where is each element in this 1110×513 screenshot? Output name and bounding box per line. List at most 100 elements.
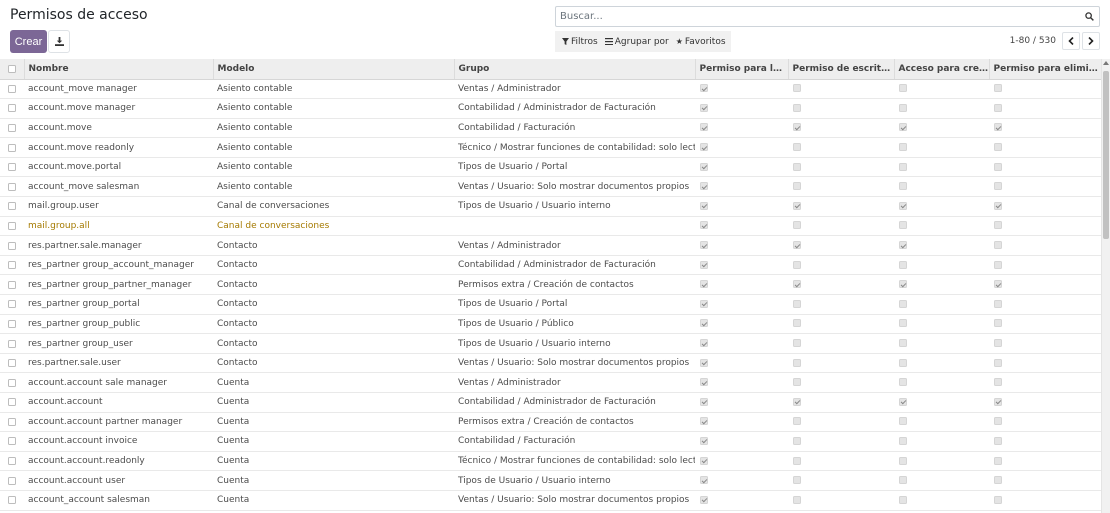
table-row[interactable]: res_partner group_account_manager Contact… [0,255,1101,275]
scrollbar-thumb[interactable] [1103,71,1109,239]
pager-previous-button[interactable] [1062,32,1080,50]
column-header-model[interactable]: Modelo [212,59,454,80]
table-row[interactable]: account.account partner manager Cuenta Per… [0,412,1101,432]
table-row[interactable]: res.partner.sale.manager Contacto Ventas /… [0,236,1101,256]
table-row[interactable]: account.account.readonly Cuenta Técnico / … [0,451,1101,471]
table-row[interactable]: account.account Cuenta Contabilidad / Admi… [0,393,1101,413]
row-select-cell[interactable] [0,99,24,119]
row-checkbox[interactable] [8,84,16,93]
row-select-cell[interactable] [0,451,24,471]
table-row[interactable]: res.partner.sale.user Contacto Ventas / Us… [0,353,1101,373]
scrollbar[interactable] [1101,59,1110,513]
cell-write [788,216,894,236]
row-checkbox[interactable] [8,417,16,426]
search-button[interactable] [1079,7,1099,26]
table-row[interactable]: account.move readonly Asiento contable Téc… [0,138,1101,158]
row-checkbox[interactable] [8,319,16,328]
write-permission-checkbox [793,339,801,348]
column-header-create[interactable]: Acceso para crear [893,59,989,80]
cell-write [788,197,894,217]
row-checkbox[interactable] [8,476,16,485]
select-all-checkbox[interactable] [7,64,16,73]
row-select-cell[interactable] [0,118,24,138]
table-row[interactable]: account.account user Cuenta Tipos de Usuar… [0,471,1101,491]
row-select-cell[interactable] [0,138,24,158]
read-permission-checkbox [700,84,708,93]
row-checkbox[interactable] [8,378,16,387]
write-permission-checkbox [793,201,801,210]
row-select-cell[interactable] [0,373,24,393]
row-checkbox[interactable] [8,280,16,289]
row-select-cell[interactable] [0,197,24,217]
row-select-cell[interactable] [0,295,24,315]
cell-model: Cuenta [217,456,250,467]
row-select-cell[interactable] [0,314,24,334]
page-title: Permisos de acceso [10,7,148,23]
table-row[interactable]: res_partner group_partner_manager Contact… [0,275,1101,295]
groupby-dropdown[interactable]: Agrupar por [604,37,669,47]
table-row[interactable]: res_partner group_public Contacto Tipos de… [0,314,1101,334]
row-select-cell[interactable] [0,393,24,413]
row-checkbox[interactable] [8,241,16,250]
table-row[interactable]: account.move manager Asiento contable Cont… [0,99,1101,119]
row-select-cell[interactable] [0,177,24,197]
table-row[interactable]: res_partner group_portal Contacto Tipos de… [0,295,1101,315]
column-header-write[interactable]: Permiso de escritura… [787,59,894,80]
row-checkbox[interactable] [8,221,16,230]
table-row[interactable]: account.move.portal Asiento contable Tipos… [0,157,1101,177]
favorites-dropdown[interactable]: ★ Favoritos [676,37,726,47]
row-checkbox[interactable] [8,457,16,466]
cell-read [695,451,788,471]
table-row[interactable]: account_account salesman Cuenta Ventas / U… [0,490,1101,511]
row-select-cell[interactable] [0,255,24,275]
table-row[interactable]: mail.group.user Canal de conversaciones Ti… [0,197,1101,217]
row-checkbox[interactable] [8,300,16,309]
scroll-up-arrow-icon[interactable] [1103,61,1109,65]
cell-group: Contabilidad / Administrador de Facturac… [458,103,656,114]
table-row[interactable]: account.account sale manager Cuenta Ventas… [0,373,1101,393]
row-select-cell[interactable] [0,216,24,236]
row-checkbox[interactable] [8,202,16,211]
row-select-cell[interactable] [0,353,24,373]
column-header-unlink[interactable]: Permiso para elimina… [988,59,1101,80]
row-checkbox[interactable] [8,437,16,446]
cell-read [695,216,788,236]
row-checkbox[interactable] [8,359,16,368]
table-row[interactable]: mail.group.all Canal de conversaciones [0,216,1101,236]
row-select-cell[interactable] [0,490,24,510]
row-checkbox[interactable] [8,104,16,113]
row-checkbox[interactable] [8,261,16,270]
cell-name: account.account [28,397,103,408]
row-checkbox[interactable] [8,339,16,348]
row-checkbox[interactable] [8,143,16,152]
row-checkbox[interactable] [8,123,16,132]
search-input[interactable] [556,11,1079,22]
column-header-group[interactable]: Grupo [453,59,695,80]
row-select-cell[interactable] [0,432,24,452]
column-header-read[interactable]: Permiso para leer [694,59,788,80]
filters-dropdown[interactable]: Filtros [562,37,598,47]
table-row[interactable]: account_move manager Asiento contable Vent… [0,79,1101,99]
pager-next-button[interactable] [1082,32,1100,50]
row-checkbox[interactable] [8,163,16,172]
column-header-name[interactable]: Nombre [23,59,213,80]
row-checkbox[interactable] [8,398,16,407]
row-select-cell[interactable] [0,471,24,491]
create-button[interactable]: Crear [10,30,47,53]
row-select-cell[interactable] [0,412,24,432]
row-select-cell[interactable] [0,275,24,295]
select-all-header[interactable] [0,59,24,80]
download-button[interactable] [48,30,70,53]
row-checkbox[interactable] [8,182,16,191]
row-select-cell[interactable] [0,334,24,354]
pager-value[interactable]: 1-80 / 530 [1010,36,1056,46]
row-checkbox[interactable] [8,496,16,505]
row-select-cell[interactable] [0,79,24,99]
table-row[interactable]: res_partner group_user Contacto Tipos de U… [0,334,1101,354]
table-row[interactable]: account_move salesman Asiento contable Ven… [0,177,1101,197]
row-select-cell[interactable] [0,157,24,177]
row-select-cell[interactable] [0,236,24,256]
cell-create [894,490,989,510]
table-row[interactable]: account.account invoice Cuenta Contabilida… [0,432,1101,452]
table-row[interactable]: account.move Asiento contable Contabilidad… [0,118,1101,138]
